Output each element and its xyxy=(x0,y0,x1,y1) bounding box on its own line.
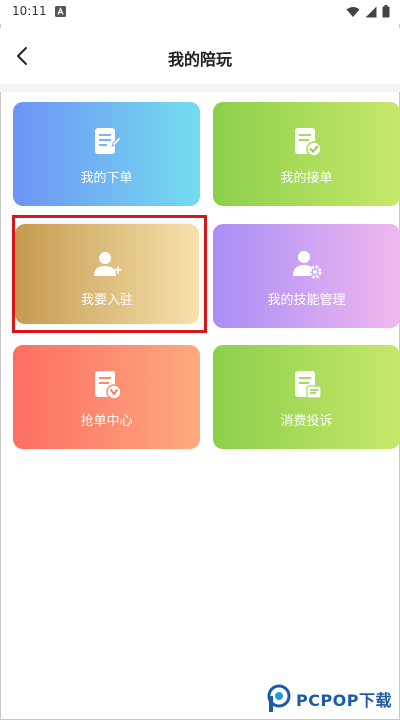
status-bar: 10:11 xyxy=(0,0,400,24)
order-document-icon xyxy=(94,128,122,154)
my-accepted-orders-card[interactable]: 我的接单 xyxy=(213,102,400,206)
wifi-icon xyxy=(346,6,360,17)
battery-icon xyxy=(382,5,390,18)
watermark-text: PCPOP下载 xyxy=(295,691,392,710)
title-bar: 我的陪玩 xyxy=(0,28,400,84)
card-label: 我的接单 xyxy=(280,171,333,186)
watermark: PCPOP下载 xyxy=(266,684,392,714)
skill-management-card[interactable]: 我的技能管理 xyxy=(213,224,400,328)
card-label: 我的下单 xyxy=(80,171,133,186)
add-user-icon xyxy=(94,252,122,276)
card-label: 消费投诉 xyxy=(280,414,333,429)
status-time: 10:11 xyxy=(12,4,47,18)
card-label: 抢单中心 xyxy=(80,414,133,429)
pcpop-logo-icon xyxy=(267,684,291,712)
join-as-companion-card[interactable]: 我要入驻 xyxy=(15,224,199,324)
grab-order-icon xyxy=(94,371,122,400)
header-divider xyxy=(0,84,400,92)
status-icons xyxy=(346,5,390,18)
card-label: 我的技能管理 xyxy=(267,293,346,308)
grab-order-center-card[interactable]: 抢单中心 xyxy=(13,345,200,449)
notification-app-icon xyxy=(55,6,66,17)
card-label: 我要入驻 xyxy=(80,293,133,308)
consumer-complaint-card[interactable]: 消费投诉 xyxy=(213,345,400,449)
my-orders-card[interactable]: 我的下单 xyxy=(13,102,200,206)
signal-icon xyxy=(365,6,377,17)
page-title: 我的陪玩 xyxy=(167,50,232,69)
user-settings-icon xyxy=(292,251,321,279)
complaint-document-icon xyxy=(294,371,322,399)
accept-order-check-icon xyxy=(294,128,322,157)
